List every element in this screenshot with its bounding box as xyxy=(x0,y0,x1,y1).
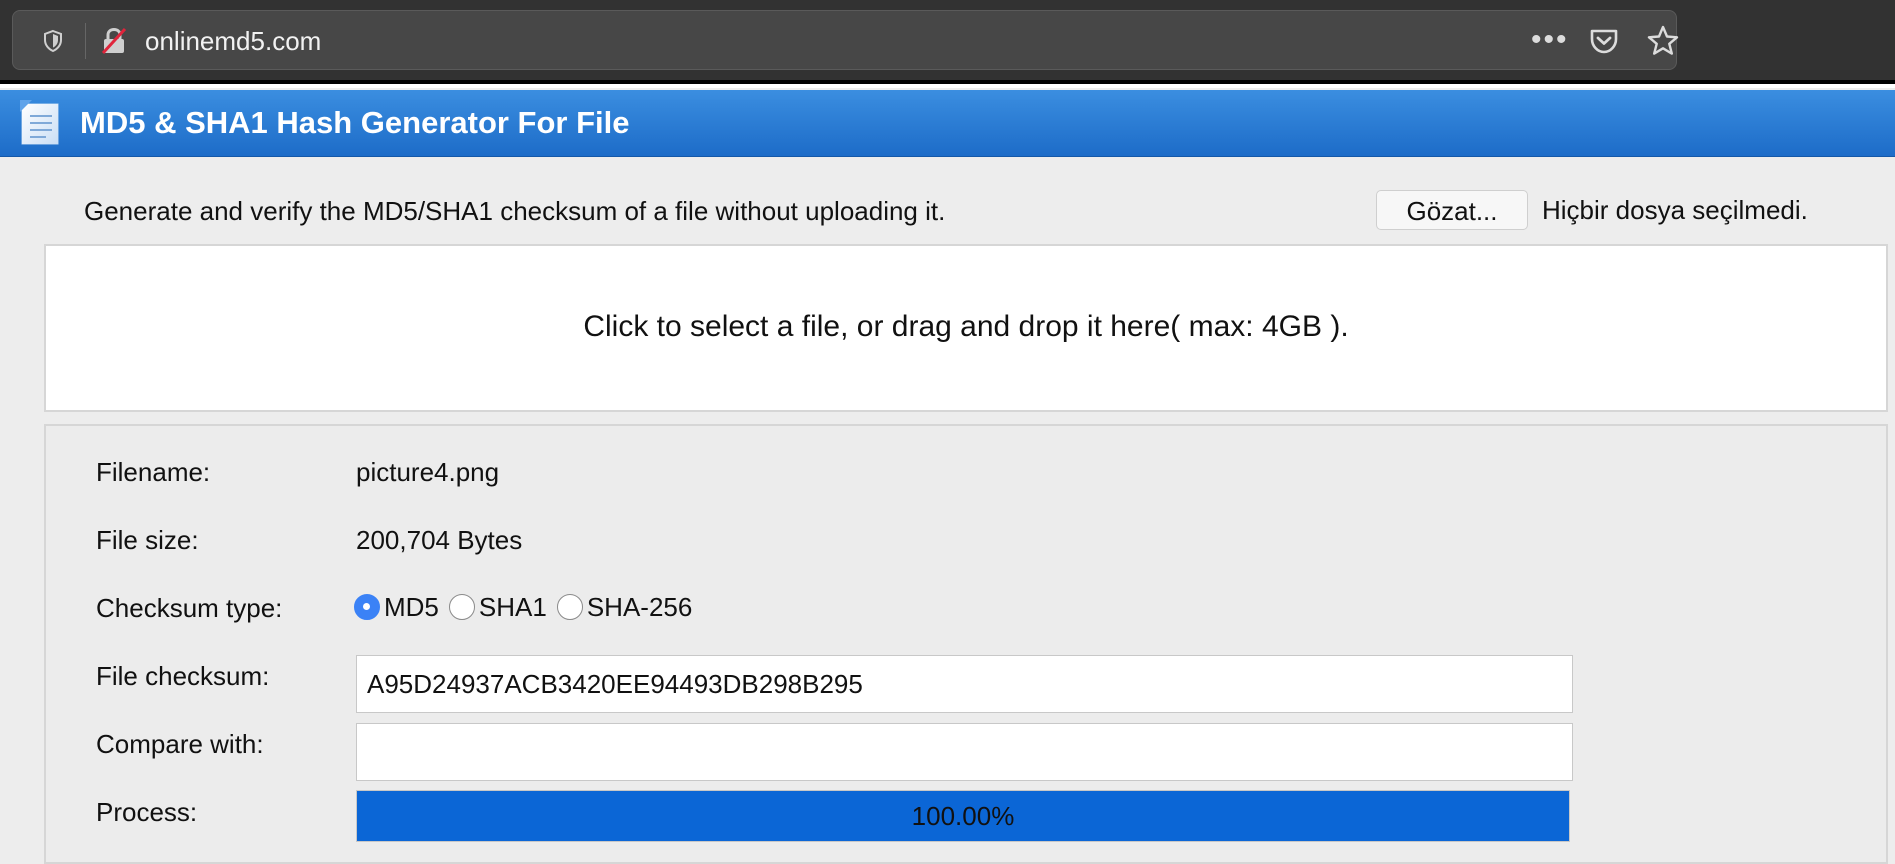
radio-sha1[interactable]: SHA1 xyxy=(448,592,547,622)
file-drop-zone[interactable]: Click to select a file, or drag and drop… xyxy=(44,244,1888,412)
filename-value: picture4.png xyxy=(356,457,500,487)
address-bar-separator xyxy=(85,23,86,59)
insecure-lock-icon[interactable] xyxy=(101,27,127,55)
filename-label: Filename: xyxy=(96,457,211,487)
intro-text: Generate and verify the MD5/SHA1 checksu… xyxy=(84,196,946,226)
radio-md5-button[interactable] xyxy=(354,594,380,620)
progress-text: 100.00% xyxy=(911,801,1015,831)
checksum-type-radio-group: MD5 SHA1 SHA-256 xyxy=(354,590,702,624)
process-label: Process: xyxy=(96,797,198,827)
browse-button[interactable]: Gözat... xyxy=(1376,190,1528,230)
toolbar-divider-light xyxy=(0,84,1895,88)
page-actions-more-icon[interactable]: ••• xyxy=(1531,25,1569,55)
filesize-label: File size: xyxy=(96,525,199,555)
file-checksum-label: File checksum: xyxy=(96,661,270,691)
radio-sha1-label[interactable]: SHA1 xyxy=(479,592,547,622)
radio-sha256-button[interactable] xyxy=(556,594,583,620)
tracking-protection-shield-icon[interactable] xyxy=(41,29,65,53)
page-header: MD5 & SHA1 Hash Generator For File xyxy=(0,90,1895,157)
radio-sha1-button[interactable] xyxy=(448,594,475,620)
page-title: MD5 & SHA1 Hash Generator For File xyxy=(80,105,630,140)
url-text[interactable]: onlinemd5.com xyxy=(145,26,321,56)
checksum-type-label: Checksum type: xyxy=(96,593,283,623)
file-checksum-field[interactable] xyxy=(356,655,1573,713)
filesize-value: 200,704 Bytes xyxy=(356,525,523,555)
browser-toolbar: onlinemd5.com ••• xyxy=(0,0,1895,80)
radio-sha256-label[interactable]: SHA-256 xyxy=(587,592,693,622)
bookmark-star-icon[interactable] xyxy=(1646,24,1680,58)
radio-md5[interactable]: MD5 xyxy=(354,592,439,622)
document-logo-icon xyxy=(20,100,59,145)
radio-sha256[interactable]: SHA-256 xyxy=(556,592,693,622)
address-bar[interactable]: onlinemd5.com ••• xyxy=(12,10,1680,70)
compare-with-field[interactable] xyxy=(356,723,1573,781)
compare-label: Compare with: xyxy=(96,729,264,759)
drop-zone-text: Click to select a file, or drag and drop… xyxy=(583,310,1349,343)
file-status-text: Hiçbir dosya seçilmedi. xyxy=(1542,195,1808,225)
pocket-icon[interactable] xyxy=(1588,25,1620,57)
radio-md5-label[interactable]: MD5 xyxy=(384,592,439,622)
process-progress-bar: 100.00% xyxy=(356,790,1570,842)
